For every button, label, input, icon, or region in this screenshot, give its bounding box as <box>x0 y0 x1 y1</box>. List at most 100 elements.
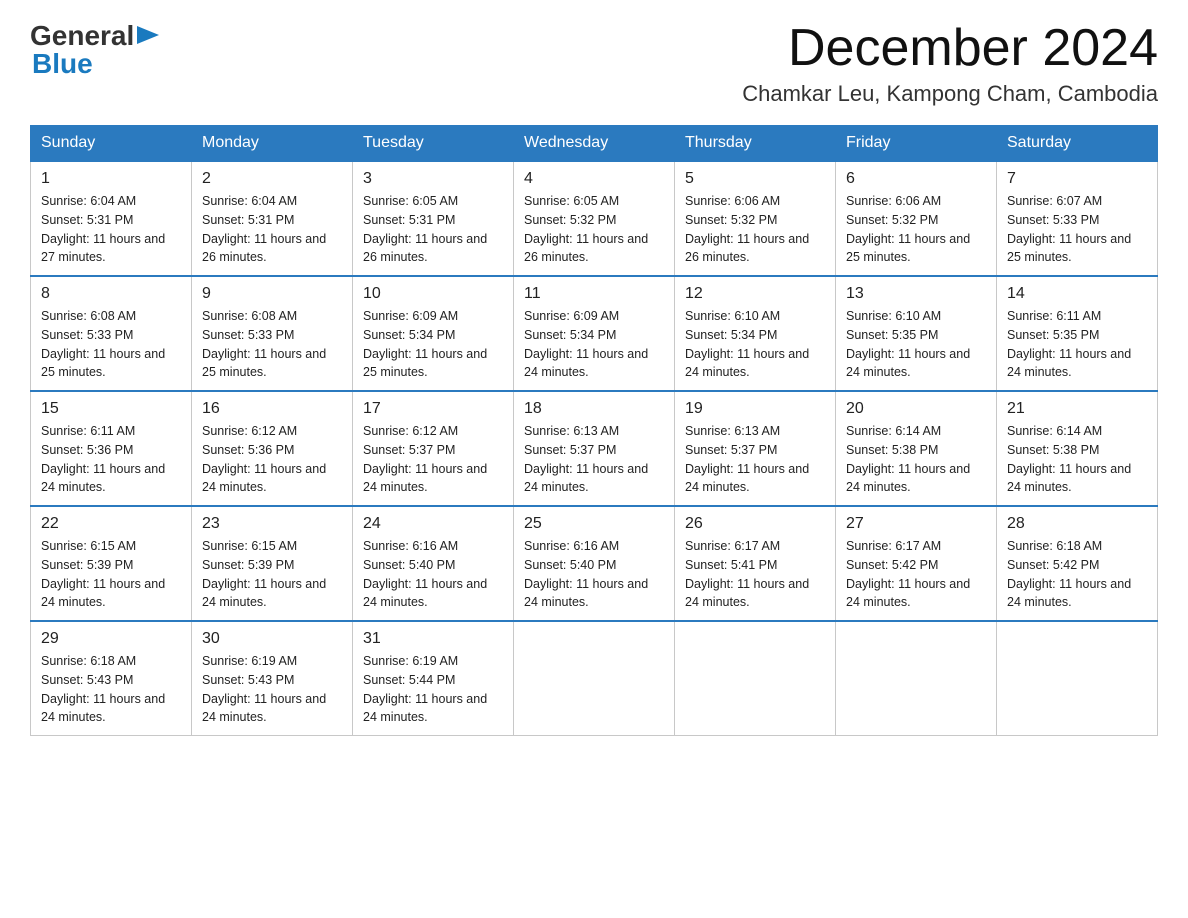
day-number: 22 <box>41 515 181 533</box>
calendar-cell: 14 Sunrise: 6:11 AM Sunset: 5:35 PM Dayl… <box>997 276 1158 391</box>
day-info: Sunrise: 6:04 AM Sunset: 5:31 PM Dayligh… <box>41 192 181 267</box>
day-info: Sunrise: 6:13 AM Sunset: 5:37 PM Dayligh… <box>524 422 664 497</box>
day-info: Sunrise: 6:10 AM Sunset: 5:34 PM Dayligh… <box>685 307 825 382</box>
calendar-cell: 26 Sunrise: 6:17 AM Sunset: 5:41 PM Dayl… <box>675 506 836 621</box>
day-number: 27 <box>846 515 986 533</box>
calendar-title: December 2024 <box>742 20 1158 77</box>
calendar-cell: 12 Sunrise: 6:10 AM Sunset: 5:34 PM Dayl… <box>675 276 836 391</box>
day-info: Sunrise: 6:18 AM Sunset: 5:43 PM Dayligh… <box>41 652 181 727</box>
day-info: Sunrise: 6:06 AM Sunset: 5:32 PM Dayligh… <box>685 192 825 267</box>
day-number: 26 <box>685 515 825 533</box>
day-number: 15 <box>41 400 181 418</box>
day-info: Sunrise: 6:04 AM Sunset: 5:31 PM Dayligh… <box>202 192 342 267</box>
header-wednesday: Wednesday <box>514 126 675 162</box>
day-number: 1 <box>41 170 181 188</box>
header-monday: Monday <box>192 126 353 162</box>
calendar-cell: 20 Sunrise: 6:14 AM Sunset: 5:38 PM Dayl… <box>836 391 997 506</box>
header-thursday: Thursday <box>675 126 836 162</box>
calendar-cell <box>997 621 1158 736</box>
day-info: Sunrise: 6:16 AM Sunset: 5:40 PM Dayligh… <box>524 537 664 612</box>
day-info: Sunrise: 6:08 AM Sunset: 5:33 PM Dayligh… <box>202 307 342 382</box>
calendar-cell: 10 Sunrise: 6:09 AM Sunset: 5:34 PM Dayl… <box>353 276 514 391</box>
calendar-cell: 31 Sunrise: 6:19 AM Sunset: 5:44 PM Dayl… <box>353 621 514 736</box>
calendar-cell: 22 Sunrise: 6:15 AM Sunset: 5:39 PM Dayl… <box>31 506 192 621</box>
day-number: 20 <box>846 400 986 418</box>
logo: General Blue <box>30 20 159 80</box>
calendar-cell: 11 Sunrise: 6:09 AM Sunset: 5:34 PM Dayl… <box>514 276 675 391</box>
calendar-cell: 23 Sunrise: 6:15 AM Sunset: 5:39 PM Dayl… <box>192 506 353 621</box>
day-number: 18 <box>524 400 664 418</box>
day-number: 19 <box>685 400 825 418</box>
calendar-cell: 13 Sunrise: 6:10 AM Sunset: 5:35 PM Dayl… <box>836 276 997 391</box>
page-header: General Blue December 2024 Chamkar Leu, … <box>30 20 1158 107</box>
day-number: 16 <box>202 400 342 418</box>
calendar-cell: 2 Sunrise: 6:04 AM Sunset: 5:31 PM Dayli… <box>192 161 353 276</box>
day-info: Sunrise: 6:05 AM Sunset: 5:31 PM Dayligh… <box>363 192 503 267</box>
day-info: Sunrise: 6:14 AM Sunset: 5:38 PM Dayligh… <box>1007 422 1147 497</box>
calendar-week-row: 1 Sunrise: 6:04 AM Sunset: 5:31 PM Dayli… <box>31 161 1158 276</box>
calendar-cell: 3 Sunrise: 6:05 AM Sunset: 5:31 PM Dayli… <box>353 161 514 276</box>
day-info: Sunrise: 6:19 AM Sunset: 5:44 PM Dayligh… <box>363 652 503 727</box>
day-info: Sunrise: 6:09 AM Sunset: 5:34 PM Dayligh… <box>363 307 503 382</box>
calendar-cell <box>675 621 836 736</box>
day-info: Sunrise: 6:19 AM Sunset: 5:43 PM Dayligh… <box>202 652 342 727</box>
day-info: Sunrise: 6:14 AM Sunset: 5:38 PM Dayligh… <box>846 422 986 497</box>
header-friday: Friday <box>836 126 997 162</box>
day-info: Sunrise: 6:12 AM Sunset: 5:37 PM Dayligh… <box>363 422 503 497</box>
calendar-cell: 9 Sunrise: 6:08 AM Sunset: 5:33 PM Dayli… <box>192 276 353 391</box>
day-number: 14 <box>1007 285 1147 303</box>
header-tuesday: Tuesday <box>353 126 514 162</box>
day-number: 13 <box>846 285 986 303</box>
calendar-cell: 8 Sunrise: 6:08 AM Sunset: 5:33 PM Dayli… <box>31 276 192 391</box>
day-number: 2 <box>202 170 342 188</box>
day-info: Sunrise: 6:05 AM Sunset: 5:32 PM Dayligh… <box>524 192 664 267</box>
calendar-cell: 1 Sunrise: 6:04 AM Sunset: 5:31 PM Dayli… <box>31 161 192 276</box>
calendar-cell: 18 Sunrise: 6:13 AM Sunset: 5:37 PM Dayl… <box>514 391 675 506</box>
calendar-cell: 5 Sunrise: 6:06 AM Sunset: 5:32 PM Dayli… <box>675 161 836 276</box>
day-info: Sunrise: 6:10 AM Sunset: 5:35 PM Dayligh… <box>846 307 986 382</box>
day-number: 12 <box>685 285 825 303</box>
calendar-cell: 19 Sunrise: 6:13 AM Sunset: 5:37 PM Dayl… <box>675 391 836 506</box>
day-info: Sunrise: 6:16 AM Sunset: 5:40 PM Dayligh… <box>363 537 503 612</box>
day-number: 8 <box>41 285 181 303</box>
calendar-week-row: 29 Sunrise: 6:18 AM Sunset: 5:43 PM Dayl… <box>31 621 1158 736</box>
day-info: Sunrise: 6:18 AM Sunset: 5:42 PM Dayligh… <box>1007 537 1147 612</box>
header-sunday: Sunday <box>31 126 192 162</box>
calendar-cell: 17 Sunrise: 6:12 AM Sunset: 5:37 PM Dayl… <box>353 391 514 506</box>
day-info: Sunrise: 6:08 AM Sunset: 5:33 PM Dayligh… <box>41 307 181 382</box>
day-number: 31 <box>363 630 503 648</box>
day-info: Sunrise: 6:11 AM Sunset: 5:36 PM Dayligh… <box>41 422 181 497</box>
day-info: Sunrise: 6:12 AM Sunset: 5:36 PM Dayligh… <box>202 422 342 497</box>
day-number: 21 <box>1007 400 1147 418</box>
day-info: Sunrise: 6:07 AM Sunset: 5:33 PM Dayligh… <box>1007 192 1147 267</box>
calendar-cell: 7 Sunrise: 6:07 AM Sunset: 5:33 PM Dayli… <box>997 161 1158 276</box>
day-number: 11 <box>524 285 664 303</box>
calendar-cell: 6 Sunrise: 6:06 AM Sunset: 5:32 PM Dayli… <box>836 161 997 276</box>
calendar-cell <box>514 621 675 736</box>
day-info: Sunrise: 6:06 AM Sunset: 5:32 PM Dayligh… <box>846 192 986 267</box>
calendar-table: SundayMondayTuesdayWednesdayThursdayFrid… <box>30 125 1158 736</box>
day-number: 28 <box>1007 515 1147 533</box>
day-number: 30 <box>202 630 342 648</box>
calendar-cell: 25 Sunrise: 6:16 AM Sunset: 5:40 PM Dayl… <box>514 506 675 621</box>
day-number: 7 <box>1007 170 1147 188</box>
day-info: Sunrise: 6:13 AM Sunset: 5:37 PM Dayligh… <box>685 422 825 497</box>
day-number: 29 <box>41 630 181 648</box>
calendar-cell: 27 Sunrise: 6:17 AM Sunset: 5:42 PM Dayl… <box>836 506 997 621</box>
day-info: Sunrise: 6:17 AM Sunset: 5:42 PM Dayligh… <box>846 537 986 612</box>
day-number: 10 <box>363 285 503 303</box>
day-info: Sunrise: 6:17 AM Sunset: 5:41 PM Dayligh… <box>685 537 825 612</box>
header-saturday: Saturday <box>997 126 1158 162</box>
calendar-week-row: 8 Sunrise: 6:08 AM Sunset: 5:33 PM Dayli… <box>31 276 1158 391</box>
calendar-header-row: SundayMondayTuesdayWednesdayThursdayFrid… <box>31 126 1158 162</box>
calendar-cell: 15 Sunrise: 6:11 AM Sunset: 5:36 PM Dayl… <box>31 391 192 506</box>
day-number: 17 <box>363 400 503 418</box>
calendar-cell: 29 Sunrise: 6:18 AM Sunset: 5:43 PM Dayl… <box>31 621 192 736</box>
day-number: 6 <box>846 170 986 188</box>
day-number: 23 <box>202 515 342 533</box>
calendar-cell: 30 Sunrise: 6:19 AM Sunset: 5:43 PM Dayl… <box>192 621 353 736</box>
calendar-cell: 28 Sunrise: 6:18 AM Sunset: 5:42 PM Dayl… <box>997 506 1158 621</box>
day-number: 25 <box>524 515 664 533</box>
day-info: Sunrise: 6:15 AM Sunset: 5:39 PM Dayligh… <box>41 537 181 612</box>
calendar-subtitle: Chamkar Leu, Kampong Cham, Cambodia <box>742 81 1158 107</box>
